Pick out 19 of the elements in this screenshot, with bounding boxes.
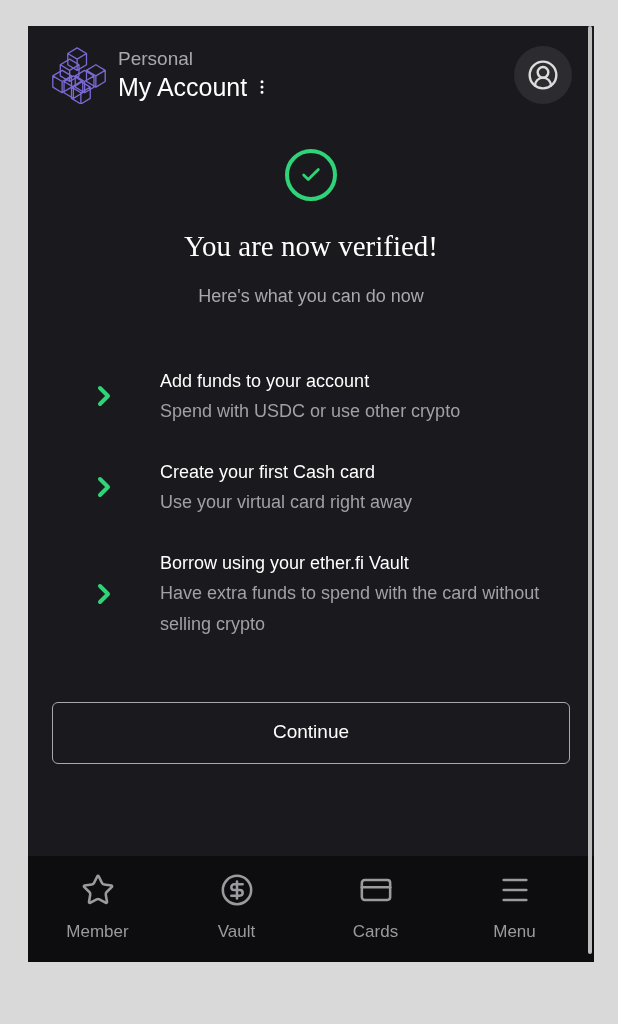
account-name: My Account <box>118 72 248 103</box>
verified-heading: You are now verified! <box>184 229 438 264</box>
nav-tab[interactable]: Vault <box>167 856 306 962</box>
user-icon <box>527 59 559 91</box>
step-title: Add funds to your account <box>160 369 371 393</box>
continue-button[interactable]: Continue <box>52 701 570 764</box>
step-description: Spend with USDC or use other crypto <box>160 399 461 423</box>
nav-tab[interactable]: Cards <box>306 856 445 962</box>
nav-tab[interactable]: Menu <box>445 856 584 962</box>
dollar-coin-icon <box>219 873 254 908</box>
account-type: Personal <box>118 47 194 71</box>
step-description: Use your virtual card right away <box>160 490 413 514</box>
check-icon <box>285 149 337 201</box>
cube-logo-icon <box>50 46 108 104</box>
verified-subtitle: Here's what you can do now <box>198 284 424 308</box>
step-title: Borrow using your ether.fi Vault <box>160 551 410 575</box>
nav-tab[interactable]: Member <box>28 856 167 962</box>
step-description: Have extra funds to spend with the card without selling crypto <box>160 581 541 636</box>
step-title: Create your first Cash card <box>160 460 377 484</box>
